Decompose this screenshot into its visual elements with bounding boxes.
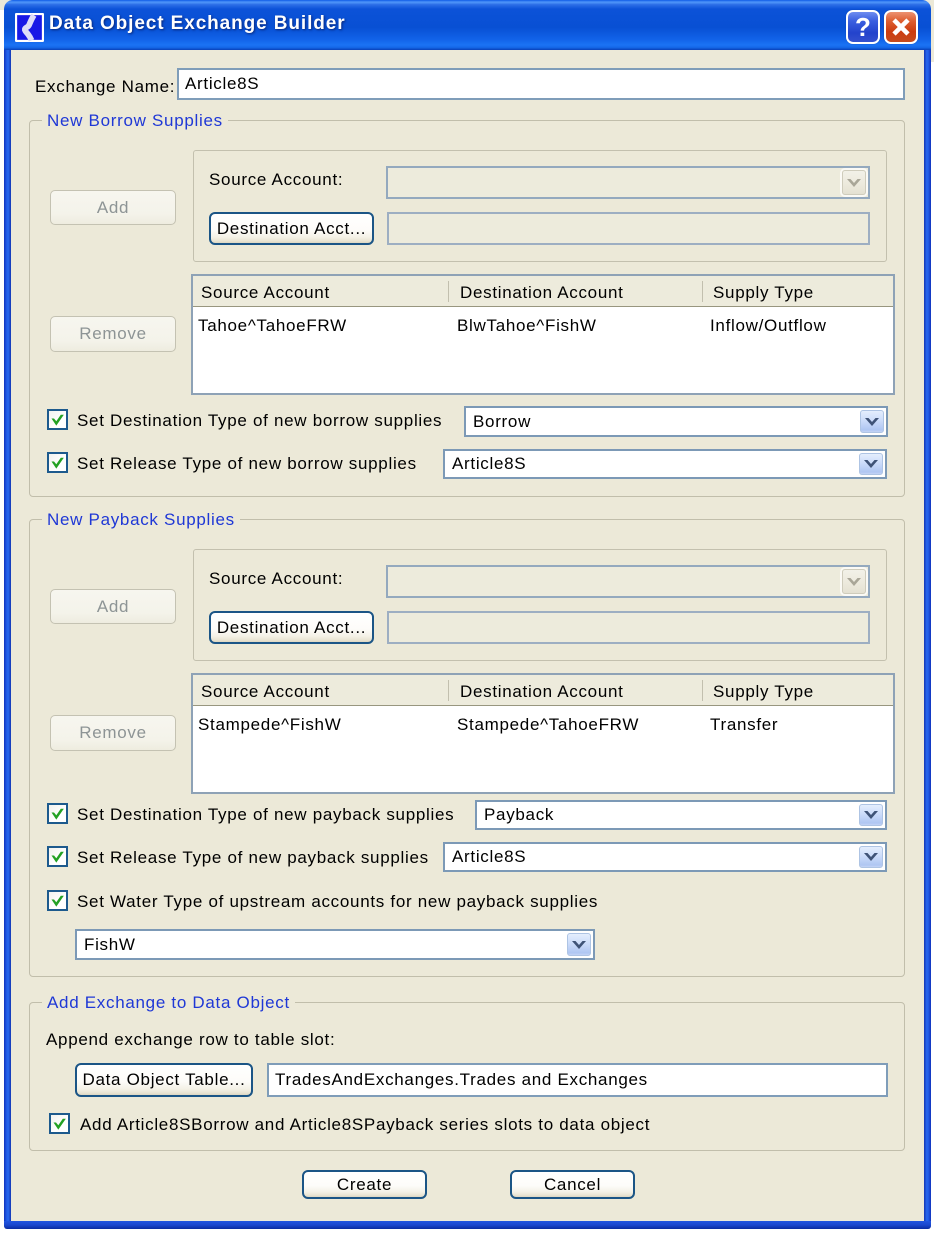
- svg-text:?: ?: [855, 12, 871, 42]
